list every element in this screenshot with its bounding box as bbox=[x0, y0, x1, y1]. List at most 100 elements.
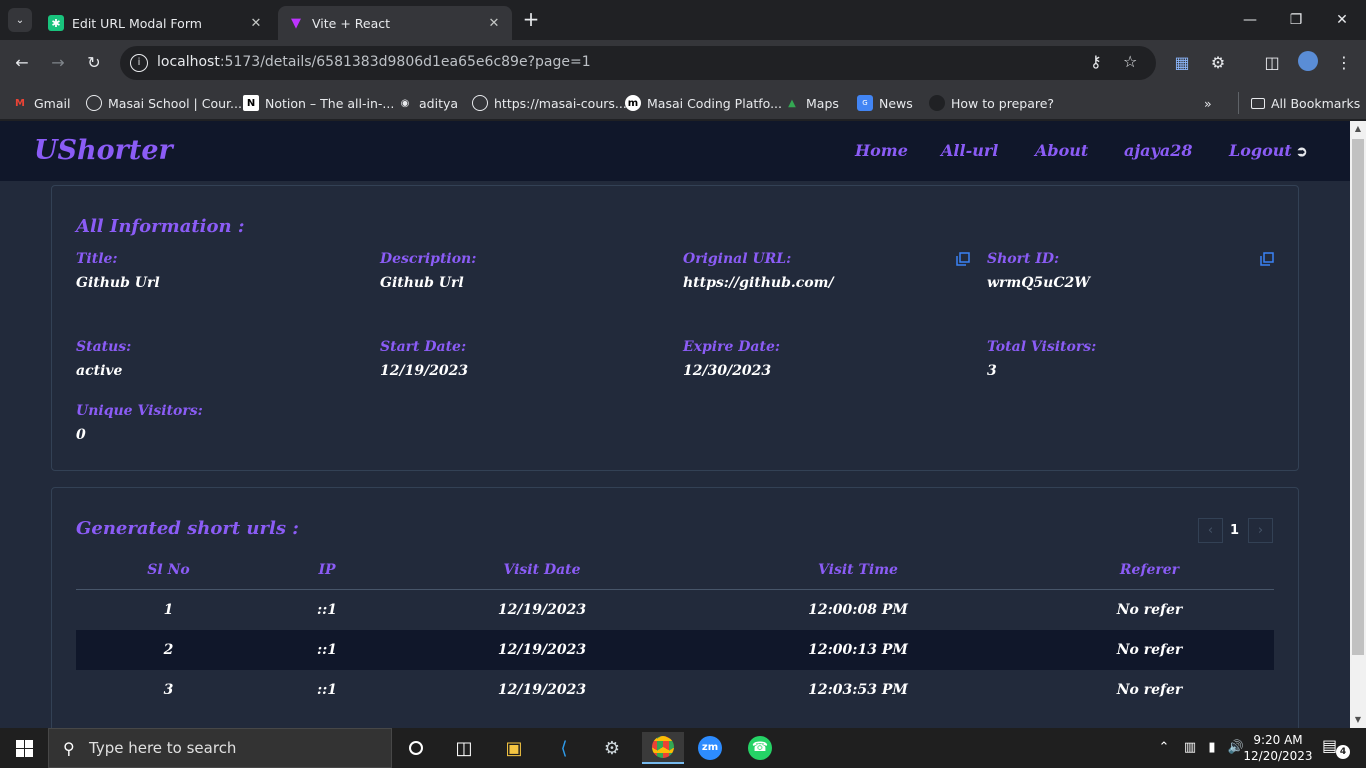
close-tab-icon[interactable]: ✕ bbox=[486, 16, 502, 31]
browser-toolbar: ← → ↻ i localhost:5173/details/6581383d9… bbox=[0, 40, 1366, 86]
unique-visitors-label: Unique Visitors: bbox=[76, 403, 203, 419]
minimize-icon[interactable]: — bbox=[1238, 8, 1262, 32]
site-info-icon[interactable]: i bbox=[130, 54, 148, 72]
nav-user[interactable]: ajaya28 bbox=[1124, 141, 1192, 160]
restore-icon[interactable]: ❐ bbox=[1284, 8, 1308, 32]
bookmark-label: https://masai-cours... bbox=[494, 95, 627, 111]
scroll-down-arrow-icon[interactable]: ▼ bbox=[1350, 712, 1366, 728]
browser-tab-edit-url[interactable]: ✱ Edit URL Modal Form ✕ bbox=[38, 6, 274, 40]
notification-center-icon[interactable]: ▤ 4 bbox=[1322, 736, 1350, 760]
bookmarks-overflow-chevron-icon[interactable]: » bbox=[1204, 92, 1212, 114]
pager-current-page[interactable]: 1 bbox=[1230, 523, 1239, 538]
tray-chevron-up-icon[interactable]: ⌃ bbox=[1154, 738, 1174, 758]
app-navbar: UShorter Home All-url About ajaya28 Logo… bbox=[0, 121, 1350, 181]
taskbar-search-box[interactable]: ⚲ Type here to search bbox=[48, 728, 392, 768]
back-arrow-icon[interactable]: ← bbox=[10, 51, 34, 75]
copy-short-id-icon[interactable] bbox=[1260, 252, 1274, 266]
zoom-icon[interactable]: zm bbox=[692, 732, 728, 764]
reload-icon[interactable]: ↻ bbox=[82, 51, 106, 75]
address-bar[interactable]: i localhost:5173/details/6581383d9806d1e… bbox=[120, 46, 1156, 80]
unique-visitors-value: 0 bbox=[76, 427, 86, 443]
battery-icon[interactable]: ▮ bbox=[1202, 738, 1222, 758]
tab-search-chevron-icon[interactable]: ⌄ bbox=[8, 8, 32, 32]
network-icon[interactable]: ▥ bbox=[1180, 738, 1200, 758]
cell-referer: No refer bbox=[1116, 602, 1183, 618]
new-tab-plus-icon[interactable]: + bbox=[520, 9, 542, 31]
settings-gear-icon[interactable]: ⚙ bbox=[594, 732, 630, 764]
globe-icon bbox=[472, 95, 488, 111]
short-id-label: Short ID: bbox=[987, 251, 1060, 267]
pager-next-chevron-icon[interactable]: › bbox=[1248, 518, 1273, 543]
close-tab-icon[interactable]: ✕ bbox=[248, 16, 264, 31]
bookmark-label: Maps bbox=[806, 95, 839, 111]
dark-circle-icon bbox=[929, 95, 945, 111]
cell-referer: No refer bbox=[1116, 682, 1183, 698]
status-label: Status: bbox=[76, 339, 132, 355]
whatsapp-icon[interactable]: ☎ bbox=[742, 732, 778, 764]
forward-arrow-icon[interactable]: → bbox=[46, 51, 70, 75]
page-scrollbar[interactable]: ▲ ▼ bbox=[1350, 121, 1366, 728]
nav-logout[interactable]: Logout ➲ bbox=[1229, 141, 1308, 160]
expire-date-value: 12/30/2023 bbox=[683, 363, 772, 379]
address-url[interactable]: localhost:5173/details/6581383d9806d1ea6… bbox=[157, 54, 591, 70]
logout-icon: ➲ bbox=[1295, 144, 1308, 160]
cortana-circle-icon[interactable] bbox=[398, 732, 434, 764]
cell-sl-no: 1 bbox=[163, 602, 174, 618]
notification-count-badge: 4 bbox=[1336, 745, 1350, 759]
bookmark-label: Notion – The all-in-... bbox=[265, 95, 395, 111]
table-row: 1 ::1 12/19/2023 12:00:08 PM No refer bbox=[76, 590, 1274, 630]
title-label: Title: bbox=[76, 251, 118, 267]
cell-sl-no: 3 bbox=[163, 682, 174, 698]
bookmark-masai-coding[interactable]: m Masai Coding Platfo... bbox=[625, 92, 782, 114]
key-icon[interactable]: ⚷ bbox=[1090, 52, 1102, 71]
bookmark-label: Gmail bbox=[34, 95, 71, 111]
bookmark-news[interactable]: G News bbox=[857, 92, 913, 114]
browser-tab-vite-react[interactable]: ▼ Vite + React ✕ bbox=[278, 6, 512, 40]
column-header-sl-no: Sl No bbox=[147, 562, 190, 578]
visits-heading: Generated short urls : bbox=[76, 518, 299, 539]
title-value: Github Url bbox=[76, 275, 160, 291]
star-bookmark-icon[interactable]: ☆ bbox=[1123, 52, 1137, 71]
expire-date-label: Expire Date: bbox=[683, 339, 781, 355]
visits-card: Generated short urls : ‹ 1 › Sl No IP Vi… bbox=[51, 487, 1299, 728]
bookmark-aditya[interactable]: ◉ aditya bbox=[397, 92, 458, 114]
cell-sl-no: 2 bbox=[163, 642, 174, 658]
all-bookmarks[interactable]: All Bookmarks bbox=[1238, 92, 1360, 114]
bookmark-label: How to prepare? bbox=[951, 95, 1055, 111]
info-card: All Information : Title: Github Url Desc… bbox=[51, 185, 1299, 471]
bookmark-notion[interactable]: N Notion – The all-in-... bbox=[243, 92, 394, 114]
maps-pin-icon: ▲ bbox=[788, 97, 796, 109]
profile-avatar[interactable] bbox=[1296, 51, 1320, 75]
bookmark-masai-school[interactable]: Masai School | Cour... bbox=[86, 92, 242, 114]
nav-about[interactable]: About bbox=[1035, 141, 1088, 160]
bookmark-gmail[interactable]: M Gmail bbox=[12, 92, 70, 114]
column-header-visit-time: Visit Time bbox=[818, 562, 898, 578]
close-window-icon[interactable]: ✕ bbox=[1330, 8, 1354, 32]
task-view-icon[interactable]: ◫ bbox=[446, 732, 482, 764]
copy-original-url-icon[interactable] bbox=[956, 252, 970, 266]
nav-all-url[interactable]: All-url bbox=[941, 141, 998, 160]
table-row: 3 ::1 12/19/2023 12:03:53 PM No refer bbox=[76, 670, 1274, 710]
chrome-icon[interactable] bbox=[642, 732, 684, 764]
bookmark-how-to-prepare[interactable]: How to prepare? bbox=[929, 92, 1054, 114]
bookmark-maps[interactable]: ▲ Maps bbox=[784, 92, 839, 114]
scroll-up-arrow-icon[interactable]: ▲ bbox=[1350, 121, 1366, 137]
browser-tab-strip: ⌄ ✱ Edit URL Modal Form ✕ ▼ Vite + React… bbox=[0, 0, 1366, 40]
cell-visit-date: 12/19/2023 bbox=[497, 682, 587, 698]
file-explorer-icon[interactable]: ▣ bbox=[496, 732, 532, 764]
extensions-puzzle-icon[interactable]: ⚙ bbox=[1206, 51, 1230, 75]
brand-logo[interactable]: UShorter bbox=[34, 135, 173, 166]
start-date-value: 12/19/2023 bbox=[380, 363, 469, 379]
nav-home[interactable]: Home bbox=[855, 141, 908, 160]
windows-start-icon[interactable] bbox=[0, 728, 48, 768]
cell-referer: No refer bbox=[1116, 642, 1183, 658]
scrollbar-thumb[interactable] bbox=[1352, 139, 1364, 655]
pager-prev-chevron-icon[interactable]: ‹ bbox=[1198, 518, 1223, 543]
bookmark-masai-courses[interactable]: https://masai-cours... bbox=[472, 92, 627, 114]
kebab-menu-icon[interactable]: ⋮ bbox=[1332, 51, 1356, 75]
bookmark-label: Masai Coding Platfo... bbox=[647, 95, 782, 111]
extension-doc-icon[interactable]: ▦ bbox=[1170, 51, 1194, 75]
taskbar-clock[interactable]: 9:20 AM 12/20/2023 bbox=[1242, 732, 1314, 764]
side-panel-icon[interactable]: ◫ bbox=[1260, 51, 1284, 75]
vscode-icon[interactable]: ⟨ bbox=[546, 732, 582, 764]
